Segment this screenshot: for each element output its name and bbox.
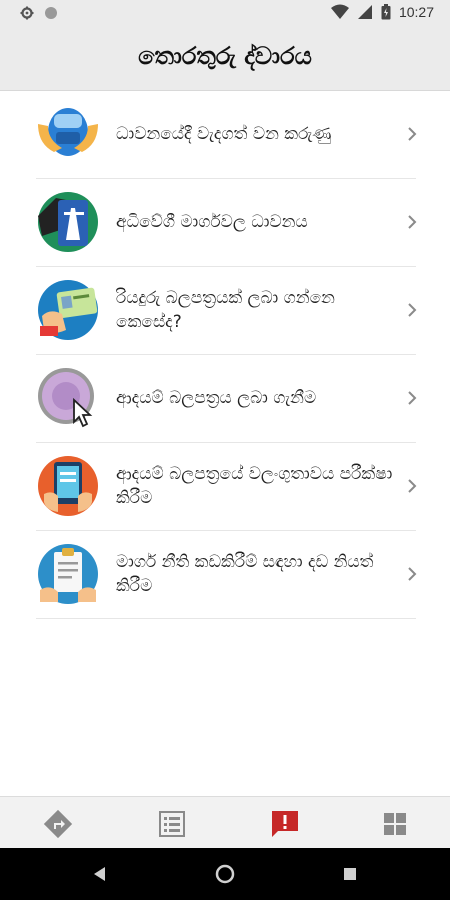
home-icon[interactable] [215,864,235,884]
chevron-right-icon [408,215,417,229]
list-item-revenue-license[interactable]: ආදයම් බලපත්‍රය ලබා ගැනීම [36,354,417,443]
highway-icon [38,192,98,252]
chevron-right-icon [408,567,417,581]
car-hands-icon [38,108,98,156]
list-item-license-validity[interactable]: ආදයම් බලපත්‍රයේ වලංගුතාවය පරීක්ෂා කිරීම [36,442,417,531]
list-item-label: ආදයම් බලපත්‍රය ලබා ගැනීම [116,388,317,408]
chevron-right-icon [408,303,417,317]
list-item-label: රියදුරු බලපත්‍රයක් ලබා ගන්නෙ කෙසේද? [116,288,335,332]
list-item-label: මාර්ග නීති කඩකිරීම් සඳහා දඩ නියත් කිරීම [116,552,374,596]
back-icon[interactable] [90,864,110,884]
grid-icon[interactable] [378,807,412,841]
alert-icon[interactable] [268,807,302,841]
chevron-right-icon [408,391,417,405]
app-bar: තොරතුරු ද්වාරය [0,28,450,91]
list-item-driving-tips[interactable]: ධාවනයේදී වැදගත් වන කරුණු [36,90,417,179]
signal-icon [357,5,372,19]
revenue-license-icon [38,368,94,428]
battery-icon [381,4,391,20]
list-icon[interactable] [155,807,189,841]
chevron-right-icon [408,127,417,141]
list-item-label: අධිවේගී මාර්ගවල ධාවනය [116,212,308,232]
directions-icon[interactable] [41,807,75,841]
recents-icon[interactable] [340,864,360,884]
settings-icon [20,6,34,20]
chevron-right-icon [408,479,417,493]
list-item-expressway[interactable]: අධිවේගී මාර්ගවල ධාවනය [36,178,417,267]
clipboard-fine-icon [38,544,98,604]
system-navigation [0,848,450,900]
bottom-navigation [0,796,450,849]
status-time: 10:27 [398,4,434,20]
list-item-label: ධාවනයේදී වැදගත් වන කරුණු [116,124,332,144]
tablet-check-icon [38,456,98,516]
list-item-label: ආදයම් බලපත්‍රයේ වලංගුතාවය පරීක්ෂා කිරීම [116,464,393,508]
list-item-get-license[interactable]: රියදුරු බලපත්‍රයක් ලබා ගන්නෙ කෙසේද? [36,266,417,355]
circle-icon [45,7,57,19]
page-title: තොරතුරු ද්වාරය [138,42,312,70]
list-item-traffic-fines[interactable]: මාර්ග නීති කඩකිරීම් සඳහා දඩ නියත් කිරීම [36,530,417,619]
status-bar: 10:27 [0,0,450,28]
license-card-icon [38,280,98,340]
wifi-icon [330,4,349,19]
